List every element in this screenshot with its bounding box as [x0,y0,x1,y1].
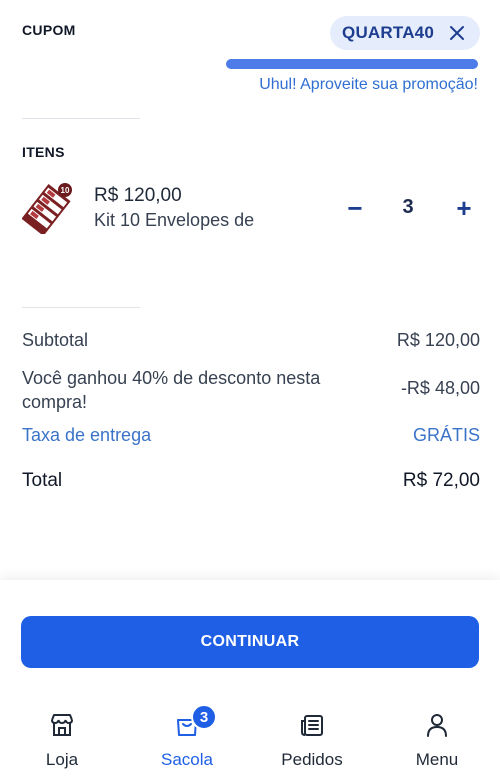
cart-item: 10 R$ 120,00 Kit 10 Envelopes de − 3 + [0,176,500,246]
close-icon[interactable] [448,24,466,42]
total-label: Total [22,470,63,491]
coupon-code: QUARTA40 [342,23,434,42]
bottom-navigation: Loja 3 Sacola Pedidos Menu [0,704,500,783]
delivery-value: GRÁTIS [412,425,480,445]
coupon-section: CUPOM QUARTA40 Uhul! Aproveite sua promo… [0,0,500,120]
item-name: Kit 10 Envelopes de [94,210,255,230]
product-thumbnail: 10 [22,183,72,234]
user-icon [427,714,447,737]
nav-item-sacola[interactable]: 3 Sacola [132,704,242,780]
thumb-badge-text: 10 [61,186,70,195]
subtotal-value: R$ 120,00 [396,330,480,350]
nav-label-menu: Menu [415,750,459,769]
discount-label: Você ganhou 40% de desconto nesta compra… [22,368,321,412]
decrease-quantity-button[interactable]: − [340,193,370,223]
store-icon [51,714,73,736]
delivery-label: Taxa de entrega [22,425,152,445]
nav-label-loja: Loja [45,750,79,769]
total-value: R$ 72,00 [402,470,480,491]
nav-label-pedidos: Pedidos [281,750,343,769]
divider [22,307,140,308]
discount-value: -R$ 48,00 [400,378,480,398]
promo-message: Uhul! Aproveite sua promoção! [259,76,478,93]
promo-progress-bar [226,59,478,69]
items-title: ITENS [22,144,65,160]
quantity-value: 3 [402,196,414,218]
nav-item-loja[interactable]: Loja [7,710,117,780]
divider [22,118,140,119]
subtotal-label: Subtotal [22,330,89,350]
continue-button[interactable]: CONTINUAR [21,616,479,668]
nav-label-sacola: Sacola [161,750,213,769]
increase-quantity-button[interactable]: + [449,193,479,223]
nav-item-pedidos[interactable]: Pedidos [257,710,367,780]
cart-count-badge: 3 [191,704,217,730]
coupon-title: CUPOM [22,22,76,38]
orders-icon [301,715,323,736]
bottom-area: CONTINUAR Loja 3 Sacola Pedidos Menu [0,580,500,783]
coupon-chip[interactable]: QUARTA40 [330,16,480,50]
nav-item-menu[interactable]: Menu [382,710,492,780]
item-price: R$ 120,00 [94,185,182,206]
